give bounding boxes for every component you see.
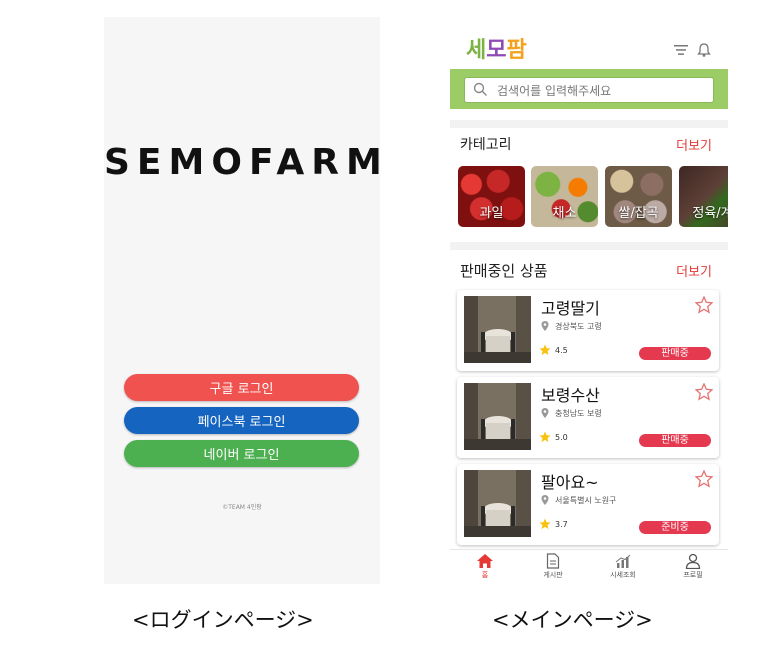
home-icon [477, 554, 493, 568]
product-location: 서울특별시 노원구 [555, 496, 617, 505]
main-screen: 세모팜 검색어를 입력해주세요 카테고리 더보기 과일 채소 쌀/잡곡 정육/계 [450, 20, 728, 586]
rating-star-icon [539, 431, 551, 442]
product-location: 경상북도 고령 [555, 322, 602, 331]
facebook-login-button[interactable]: 페이스북 로그인 [124, 407, 359, 434]
category-more-link[interactable]: 더보기 [676, 135, 712, 154]
category-grain[interactable]: 쌀/잡곡 [605, 166, 672, 227]
product-photo-icon [464, 470, 531, 537]
rating-star-icon [539, 344, 551, 355]
category-fruit[interactable]: 과일 [458, 166, 525, 227]
product-location: 충청남도 보령 [555, 409, 602, 418]
section-divider [450, 120, 728, 128]
product-card[interactable]: 고령딸기 경상북도 고령 4.5 판매중 [457, 290, 719, 371]
product-photo-icon [464, 383, 531, 450]
category-title: 카테고리 [460, 137, 512, 153]
product-rating: 3.7 [555, 520, 568, 529]
selling-more-link[interactable]: 더보기 [676, 261, 712, 280]
nav-label: 홈 [481, 571, 489, 579]
location-pin-icon [541, 321, 549, 331]
nav-label: 게시판 [543, 571, 563, 579]
category-label: 정육/계 [692, 206, 728, 221]
naver-login-button[interactable]: 네이버 로그인 [124, 440, 359, 467]
location-pin-icon [541, 495, 549, 505]
chart-icon [615, 554, 631, 568]
logo-char-2: 모 [486, 38, 507, 63]
product-card[interactable]: 팔아요~ 서울특별시 노원구 3.7 준비중 [457, 464, 719, 545]
category-label: 채소 [552, 206, 577, 221]
selling-title: 판매중인 상품 [460, 262, 548, 280]
product-thumbnail [464, 296, 531, 363]
copyright-text: ©TEAM 4인팡 [222, 504, 262, 511]
product-name: 고령딸기 [541, 299, 600, 318]
logo-char-3: 팜 [506, 38, 527, 63]
favorite-star-icon[interactable] [695, 470, 713, 488]
search-icon [473, 82, 487, 96]
nav-label: 프로필 [683, 571, 703, 579]
app-logo[interactable]: 세모팜 [466, 32, 527, 66]
status-badge: 준비중 [639, 521, 711, 534]
status-badge: 판매중 [639, 347, 711, 360]
category-label: 과일 [479, 206, 504, 221]
menu-icon[interactable] [673, 42, 689, 58]
favorite-star-icon[interactable] [695, 296, 713, 314]
nav-profile[interactable]: 프로필 [668, 553, 718, 580]
bottom-navigation: 홈 게시판 시세조회 프로필 [450, 549, 728, 586]
status-badge: 판매중 [639, 434, 711, 447]
nav-price[interactable]: 시세조회 [598, 553, 648, 580]
category-meat[interactable]: 정육/계 [679, 166, 728, 227]
product-name: 보령수산 [541, 386, 600, 405]
nav-home[interactable]: 홈 [460, 553, 510, 580]
nav-label: 시세조회 [610, 571, 636, 579]
search-input[interactable]: 검색어를 입력해주세요 [464, 77, 714, 103]
product-name: 팔아요~ [541, 473, 599, 492]
product-card[interactable]: 보령수산 충청남도 보령 5.0 판매중 [457, 377, 719, 458]
rating-star-icon [539, 518, 551, 529]
favorite-star-icon[interactable] [695, 383, 713, 401]
main-page-caption: <メインページ> [492, 608, 653, 632]
product-thumbnail [464, 470, 531, 537]
product-thumbnail [464, 383, 531, 450]
product-rating: 5.0 [555, 433, 568, 442]
search-placeholder: 검색어를 입력해주세요 [497, 84, 612, 98]
document-icon [546, 553, 560, 569]
logo-char-1: 세 [466, 38, 487, 63]
nav-board[interactable]: 게시판 [528, 553, 578, 580]
bell-icon[interactable] [696, 42, 712, 58]
google-login-button[interactable]: 구글 로그인 [124, 374, 359, 401]
login-page-caption: <ログインページ> [132, 608, 314, 632]
category-vegetable[interactable]: 채소 [531, 166, 598, 227]
profile-icon [685, 553, 701, 569]
category-label: 쌀/잡곡 [618, 206, 659, 221]
category-list: 과일 채소 쌀/잡곡 정육/계 [458, 166, 728, 228]
login-screen: SEMOFARM 구글 로그인 페이스북 로그인 네이버 로그인 ©TEAM 4… [104, 17, 389, 584]
product-photo-icon [464, 296, 531, 363]
section-divider [450, 242, 728, 250]
location-pin-icon [541, 408, 549, 418]
semofarm-logo: SEMOFARM [104, 142, 389, 183]
product-rating: 4.5 [555, 346, 568, 355]
